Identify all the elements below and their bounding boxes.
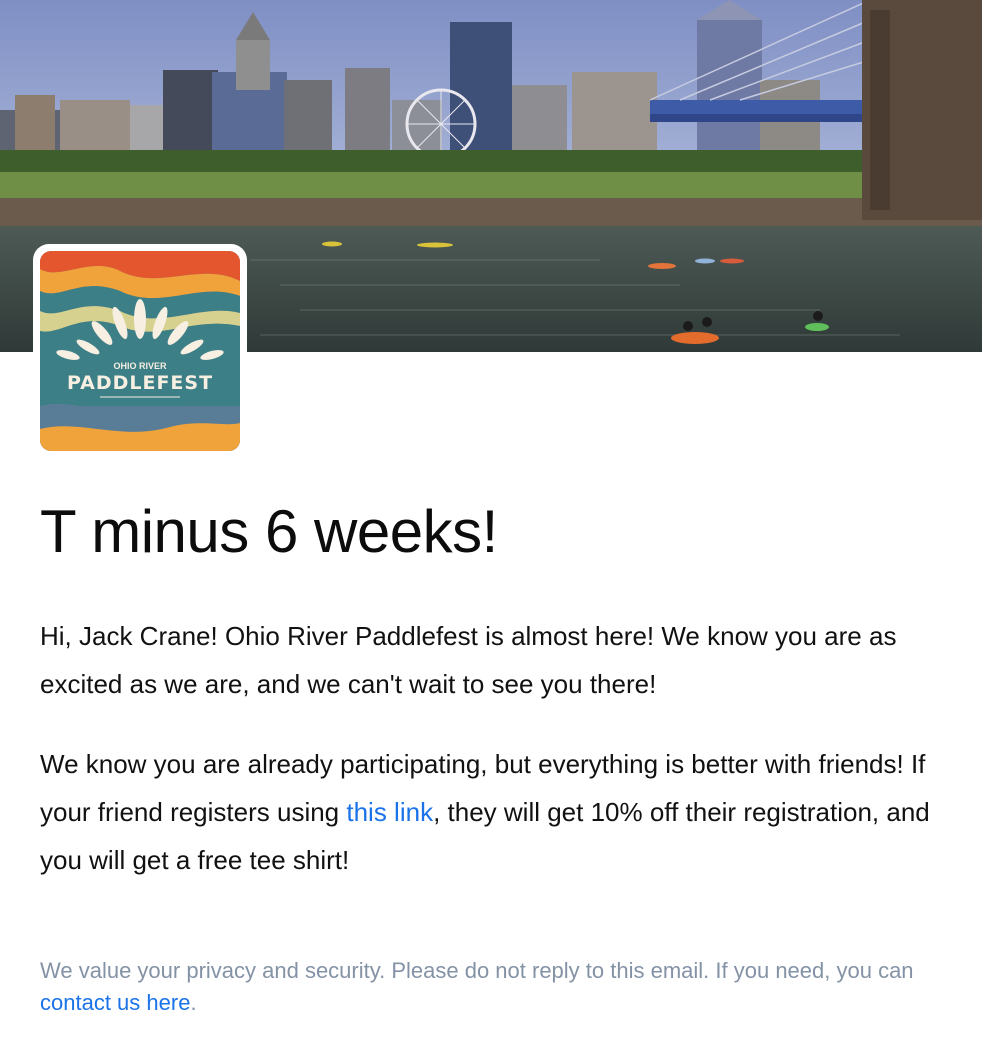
paddlefest-logo: OHIO RIVER PADDLEFEST [40,251,240,451]
logo-line1: OHIO RIVER [113,361,167,371]
referral-paragraph: We know you are already participating, b… [40,740,945,884]
contact-us-link[interactable]: contact us here [40,990,190,1015]
footer-text-before: We value your privacy and security. Plea… [40,958,914,983]
referral-link[interactable]: this link [346,797,433,827]
privacy-footer: We value your privacy and security. Plea… [40,955,945,1019]
paddlefest-logo-card: OHIO RIVER PADDLEFEST [33,244,247,458]
logo-line2: PADDLEFEST [67,372,213,394]
intro-paragraph: Hi, Jack Crane! Ohio River Paddlefest is… [40,621,897,699]
email-title: T minus 6 weeks! [40,498,498,565]
footer-text-after: . [190,990,197,1015]
